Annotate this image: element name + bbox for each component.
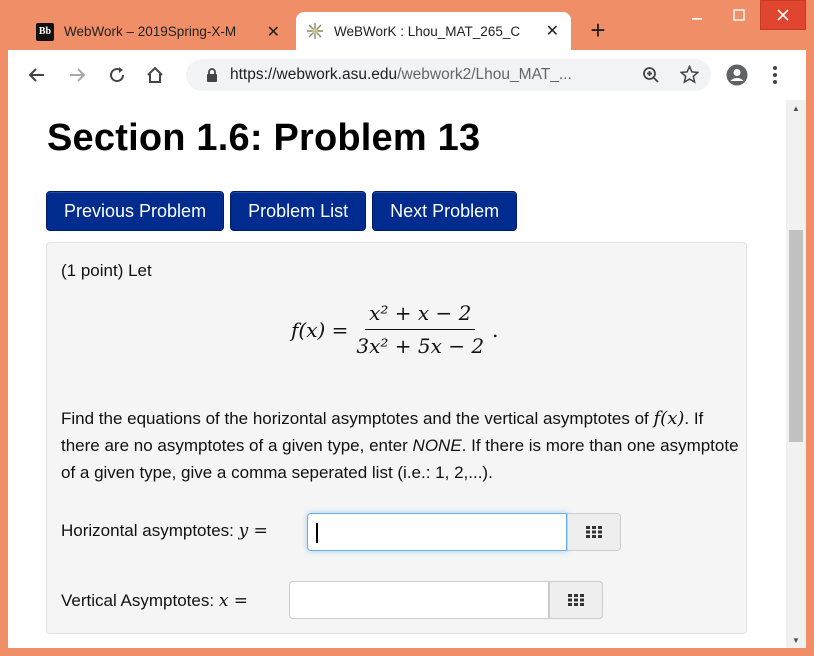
reload-icon[interactable]	[104, 62, 130, 88]
url-host: https://webwork.asu.edu	[230, 66, 398, 83]
horizontal-label-text: Horizontal asymptotes:	[61, 521, 234, 540]
minimize-icon[interactable]	[676, 0, 718, 30]
tab-blackboard[interactable]: Bb WebWork – 2019Spring-X-M ✕	[30, 13, 292, 50]
page-title: Section 1.6: Problem 13	[47, 117, 481, 159]
page-content: Section 1.6: Problem 13 Previous Problem…	[8, 100, 786, 648]
formula-numerator: x² + x − 2	[365, 301, 476, 330]
back-icon[interactable]	[24, 62, 50, 88]
keypad-icon	[586, 526, 602, 538]
new-tab-icon[interactable]: +	[584, 16, 612, 44]
browser-window: Bb WebWork – 2019Spring-X-M ✕ WeBWorK : …	[0, 0, 814, 656]
keypad-icon	[568, 594, 584, 606]
window-close-icon[interactable]	[760, 0, 806, 30]
problem-list-button[interactable]: Problem List	[230, 191, 367, 231]
close-icon[interactable]: ✕	[546, 21, 559, 41]
formula-period: .	[492, 317, 499, 342]
instructions-none: NONE	[412, 436, 462, 455]
scroll-up-arrow-icon[interactable]: ▲	[786, 100, 806, 116]
text-caret	[316, 523, 318, 543]
horizontal-asymptotes-label: Horizontal asymptotes: y =	[61, 521, 268, 541]
scroll-down-arrow-icon[interactable]: ▼	[786, 632, 806, 648]
formula-fraction: x² + x − 2 3x² + 5x − 2	[352, 301, 488, 358]
lock-icon	[206, 68, 218, 87]
vertical-equation-editor-button[interactable]	[549, 581, 603, 619]
url-text: https://webwork.asu.edu/webwork2/Lhou_MA…	[230, 66, 630, 84]
home-icon[interactable]	[142, 62, 168, 88]
scrollbar-thumb[interactable]	[789, 230, 803, 442]
horizontal-variable: y =	[238, 521, 268, 541]
problem-navigation: Previous Problem Problem List Next Probl…	[46, 191, 518, 231]
problem-instructions: Find the equations of the horizontal asy…	[61, 405, 741, 486]
url-path: /webwork2/Lhou_MAT_...	[397, 66, 572, 83]
vertical-label-text: Vertical Asymptotes:	[61, 591, 215, 610]
account-icon[interactable]	[726, 64, 748, 91]
bookmark-star-icon[interactable]	[679, 64, 700, 89]
blackboard-icon: Bb	[36, 22, 54, 41]
instructions-text: Find the equations of the horizontal asy…	[61, 409, 649, 428]
maximize-icon[interactable]	[718, 0, 760, 30]
problem-box: (1 point) Let f(x) = x² + x − 2 3x² + 5x…	[46, 242, 747, 634]
horizontal-asymptotes-input[interactable]	[307, 513, 567, 551]
formula-denominator: 3x² + 5x − 2	[356, 334, 485, 358]
vertical-variable: x =	[218, 591, 249, 611]
formula-lhs: f(x) =	[291, 317, 349, 342]
tab-title: WebWork – 2019Spring-X-M	[64, 24, 237, 39]
tab-title: WeBWorK : Lhou_MAT_265_C	[334, 23, 521, 39]
horizontal-equation-editor-button[interactable]	[567, 513, 621, 551]
menu-icon[interactable]	[772, 65, 778, 90]
instructions-fx: f(x)	[653, 408, 685, 429]
vertical-asymptotes-label: Vertical Asymptotes: x =	[61, 591, 248, 611]
close-icon[interactable]: ✕	[267, 22, 280, 42]
webwork-icon	[306, 22, 324, 40]
address-bar[interactable]: https://webwork.asu.edu/webwork2/Lhou_MA…	[186, 59, 711, 91]
function-formula: f(x) = x² + x − 2 3x² + 5x − 2 .	[291, 301, 498, 358]
browser-toolbar: https://webwork.asu.edu/webwork2/Lhou_MA…	[8, 50, 806, 100]
previous-problem-button[interactable]: Previous Problem	[46, 191, 225, 231]
vertical-scrollbar[interactable]: ▲ ▼	[786, 100, 806, 648]
zoom-icon[interactable]	[642, 66, 660, 89]
problem-intro: (1 point) Let	[61, 261, 152, 280]
vertical-asymptotes-input[interactable]	[289, 581, 549, 619]
forward-icon[interactable]	[64, 62, 90, 88]
next-problem-button[interactable]: Next Problem	[372, 191, 518, 231]
tab-webwork[interactable]: WeBWorK : Lhou_MAT_265_C ✕	[296, 12, 571, 50]
